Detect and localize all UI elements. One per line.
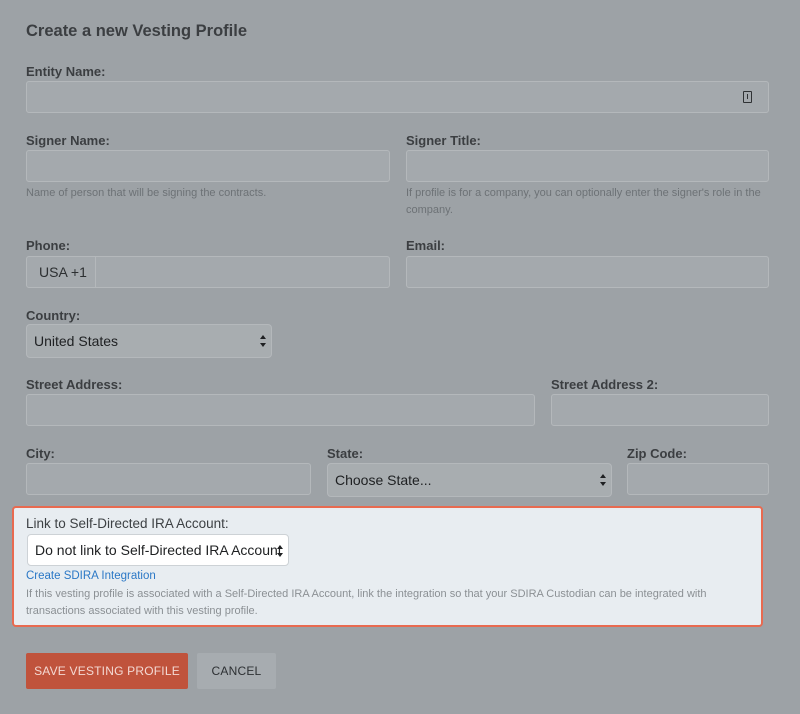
- email-input[interactable]: [406, 256, 769, 288]
- phone-label: Phone:: [26, 238, 71, 253]
- zip-code-input[interactable]: [627, 463, 769, 495]
- sdira-help-text: If this vesting profile is associated wi…: [26, 588, 707, 617]
- page-title: Create a new Vesting Profile: [26, 22, 247, 40]
- signer-name-input[interactable]: [26, 150, 390, 182]
- country-label: Country:: [26, 308, 81, 323]
- city-input[interactable]: [26, 463, 311, 495]
- country-selected-value: United States: [34, 333, 119, 349]
- street-address-2-label: Street Address 2:: [551, 377, 659, 392]
- entity-name-input[interactable]: [26, 81, 769, 113]
- cancel-button[interactable]: CANCEL: [197, 653, 276, 689]
- state-label: State:: [327, 446, 364, 461]
- create-sdira-integration-link[interactable]: Create SDIRA Integration: [26, 570, 156, 582]
- state-selected-value: Choose State...: [335, 472, 432, 488]
- sdira-selected-value: Do not link to Self-Directed IRA Account: [35, 542, 282, 558]
- entity-name-label: Entity Name:: [26, 64, 106, 79]
- country-select[interactable]: United States: [26, 324, 272, 358]
- signer-title-help: If profile is for a company, you can opt…: [406, 187, 761, 216]
- select-arrows-icon: [277, 545, 283, 557]
- phone-input[interactable]: USA +1: [26, 256, 390, 288]
- signer-title-label: Signer Title:: [406, 133, 481, 148]
- street-address-2-input[interactable]: [551, 394, 769, 426]
- street-address-input[interactable]: [26, 394, 535, 426]
- sdira-account-select[interactable]: Do not link to Self-Directed IRA Account: [27, 534, 289, 566]
- select-arrows-icon: [260, 335, 266, 347]
- signer-name-help: Name of person that will be signing the …: [26, 187, 267, 199]
- sdira-label: Link to Self-Directed IRA Account:: [26, 516, 229, 531]
- phone-country-prefix[interactable]: USA +1: [27, 257, 96, 287]
- signer-title-input[interactable]: [406, 150, 769, 182]
- sdira-link-panel: Link to Self-Directed IRA Account: Do no…: [12, 506, 763, 627]
- save-vesting-profile-button[interactable]: SAVE VESTING PROFILE: [26, 653, 188, 689]
- state-select[interactable]: Choose State...: [327, 463, 612, 497]
- select-arrows-icon: [600, 474, 606, 486]
- zip-code-label: Zip Code:: [627, 446, 687, 461]
- city-label: City:: [26, 446, 55, 461]
- vesting-profile-page: Create a new Vesting Profile Entity Name…: [0, 0, 800, 714]
- signer-name-label: Signer Name:: [26, 133, 110, 148]
- email-label: Email:: [406, 238, 446, 253]
- contact-card-icon[interactable]: [743, 91, 752, 103]
- street-address-label: Street Address:: [26, 377, 123, 392]
